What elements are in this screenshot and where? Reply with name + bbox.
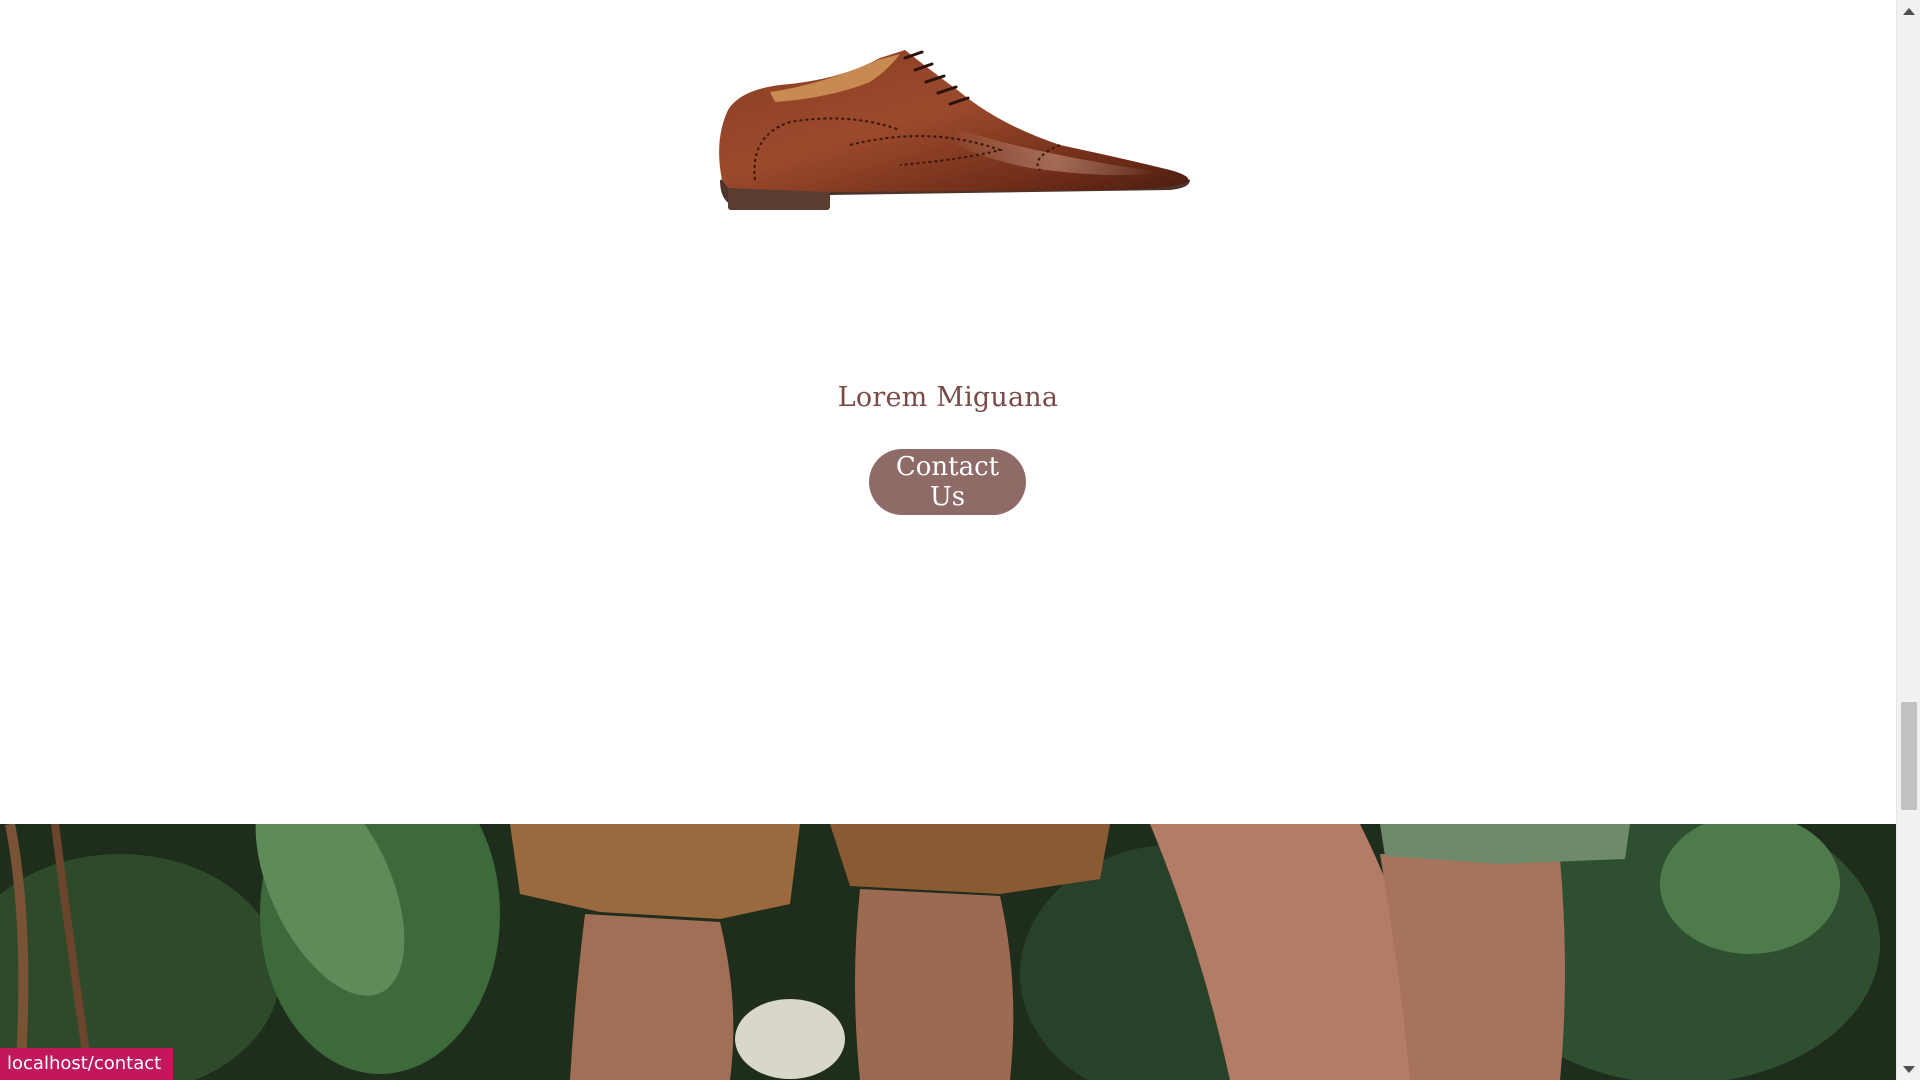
product-name: Lorem Miguana: [837, 382, 1059, 413]
scroll-down-arrow-icon[interactable]: [1897, 1058, 1920, 1080]
scroll-up-arrow-icon[interactable]: [1897, 0, 1920, 22]
hero-photo: [0, 824, 1896, 1080]
legs-in-jungle-image: [0, 824, 1896, 1080]
vertical-scrollbar[interactable]: [1896, 0, 1920, 1080]
status-bar-url: localhost/contact: [0, 1048, 174, 1080]
product-image: [700, 30, 1200, 240]
scroll-thumb[interactable]: [1901, 702, 1917, 810]
shoe-illustration: [719, 50, 1190, 210]
contact-us-button[interactable]: Contact Us: [869, 449, 1026, 515]
page-viewport: Lorem Miguana Contact Us: [0, 0, 1896, 1080]
